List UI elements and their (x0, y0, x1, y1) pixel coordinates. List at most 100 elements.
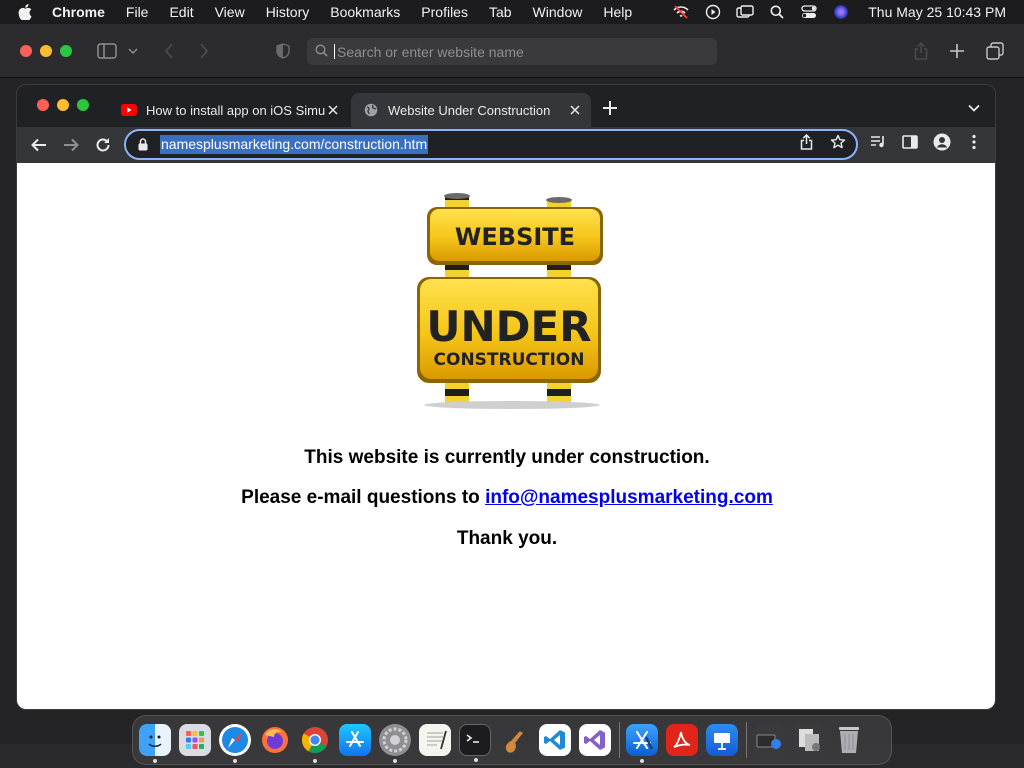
safari-tab-overview-icon[interactable] (985, 41, 1005, 61)
finder-icon[interactable] (139, 724, 171, 763)
garageband-icon[interactable] (499, 724, 531, 756)
safari-zoom-button[interactable] (60, 45, 72, 57)
menu-file[interactable]: File (126, 4, 149, 20)
sign-main-text: UNDER (426, 302, 591, 351)
terminal-icon[interactable] (459, 724, 491, 762)
acrobat-icon[interactable] (666, 724, 698, 756)
textedit-icon[interactable] (419, 724, 451, 756)
reload-icon[interactable] (93, 135, 113, 155)
bookmark-star-icon[interactable] (829, 133, 847, 151)
menu-bookmarks[interactable]: Bookmarks (330, 4, 400, 20)
safari-icon[interactable] (219, 724, 251, 763)
documents-icon[interactable] (793, 724, 825, 756)
chrome-toolbar: namesplusmarketing.com/construction.htm (17, 127, 995, 163)
running-indicator (640, 759, 644, 763)
menu-bar: Chrome File Edit View History Bookmarks … (0, 0, 1024, 24)
safari-forward-icon[interactable] (194, 41, 214, 61)
app-store-icon[interactable] (339, 724, 371, 756)
menu-edit[interactable]: Edit (169, 4, 193, 20)
more-options-icon[interactable] (965, 133, 983, 151)
sign-sub-text: CONSTRUCTION (434, 350, 585, 370)
back-arrow-icon[interactable] (29, 135, 49, 155)
tab-youtube-ios-simulator[interactable]: How to install app on iOS Simu (111, 93, 349, 127)
thank-you-message: Thank you. (456, 528, 558, 549)
safari-new-tab-icon[interactable] (947, 41, 967, 61)
running-indicator (313, 759, 317, 763)
keynote-icon[interactable] (706, 724, 738, 756)
menu-window[interactable]: Window (533, 4, 583, 20)
share-icon[interactable] (797, 133, 815, 151)
running-indicator (153, 759, 157, 763)
menu-history[interactable]: History (266, 4, 310, 20)
chrome-zoom-button[interactable] (77, 99, 89, 111)
spotlight-search-icon[interactable] (768, 3, 786, 21)
menu-app-name[interactable]: Chrome (52, 4, 105, 20)
safari-toolbar: Search or enter website name (0, 24, 1024, 78)
search-icon (315, 43, 328, 60)
sign-top-text: WEBSITE (455, 223, 575, 251)
menu-view[interactable]: View (215, 4, 245, 20)
wifi-off-icon[interactable] (672, 3, 690, 21)
menu-profiles[interactable]: Profiles (421, 4, 468, 20)
firefox-icon[interactable] (259, 724, 291, 756)
chevron-down-icon[interactable] (126, 41, 140, 61)
visual-studio-icon[interactable] (579, 724, 611, 756)
menu-tab[interactable]: Tab (489, 4, 512, 20)
xcode-icon[interactable] (626, 724, 658, 763)
tab-close-icon[interactable] (567, 102, 583, 118)
siri-icon[interactable] (832, 3, 850, 21)
downloads-icon[interactable] (753, 724, 785, 756)
tab-close-icon[interactable] (325, 102, 341, 118)
new-tab-icon[interactable] (600, 99, 620, 119)
control-center-icon[interactable] (800, 3, 818, 21)
dock-separator (746, 722, 747, 758)
youtube-icon (121, 102, 137, 118)
launchpad-icon[interactable] (179, 724, 211, 756)
under-construction-sign: WEBSITE UNDER CONSTRUCTION (417, 193, 603, 409)
safari-back-icon[interactable] (159, 41, 179, 61)
safari-share-icon[interactable] (911, 41, 931, 61)
system-settings-icon[interactable] (379, 724, 411, 763)
tab-title: How to install app on iOS Simu (146, 102, 325, 118)
safari-close-button[interactable] (20, 45, 32, 57)
construction-message: This website is currently under construc… (304, 447, 710, 468)
lock-icon[interactable] (136, 138, 150, 152)
chrome-close-button[interactable] (37, 99, 49, 111)
tab-search-chevron-icon[interactable] (965, 99, 983, 117)
dock-separator (619, 722, 620, 758)
vscode-icon[interactable] (539, 724, 571, 756)
running-indicator (393, 759, 397, 763)
tab-strip: How to install app on iOS Simu Website U… (17, 85, 995, 127)
screen-mirroring-icon[interactable] (736, 3, 754, 21)
menu-clock[interactable]: Thu May 25 10:43 PM (868, 4, 1006, 20)
web-page: WEBSITE UNDER CONSTRUCTION This website … (17, 163, 995, 709)
play-circle-icon[interactable] (704, 3, 722, 21)
tab-website-under-construction[interactable]: Website Under Construction (351, 93, 591, 127)
running-indicator (233, 759, 237, 763)
tab-title: Website Under Construction (388, 102, 551, 118)
running-indicator (474, 758, 478, 762)
apple-menu-icon[interactable] (18, 4, 36, 20)
sidebar-toggle-icon[interactable] (97, 41, 117, 61)
menu-help[interactable]: Help (603, 4, 632, 20)
chrome-window-controls (37, 99, 89, 111)
email-link[interactable]: info@namesplusmarketing.com (485, 487, 773, 508)
privacy-shield-icon[interactable] (273, 41, 293, 61)
chrome-window: How to install app on iOS Simu Website U… (16, 84, 996, 710)
text-cursor (334, 44, 335, 59)
address-bar-url[interactable]: namesplusmarketing.com/construction.htm (160, 135, 429, 154)
chrome-minimize-button[interactable] (57, 99, 69, 111)
contact-message: Please e-mail questions to info@namesplu… (17, 487, 995, 509)
safari-minimize-button[interactable] (40, 45, 52, 57)
safari-search-placeholder: Search or enter website name (337, 43, 524, 60)
address-bar[interactable]: namesplusmarketing.com/construction.htm (124, 129, 858, 160)
profile-avatar-icon[interactable] (933, 133, 951, 151)
chrome-icon[interactable] (299, 724, 331, 763)
forward-arrow-icon[interactable] (61, 135, 81, 155)
safari-search-input[interactable]: Search or enter website name (307, 38, 717, 65)
trash-icon[interactable] (833, 724, 865, 756)
media-controls-icon[interactable] (869, 133, 887, 151)
contact-message-prefix: Please e-mail questions to (241, 487, 486, 508)
side-panel-icon[interactable] (901, 133, 919, 151)
dock (132, 715, 892, 765)
